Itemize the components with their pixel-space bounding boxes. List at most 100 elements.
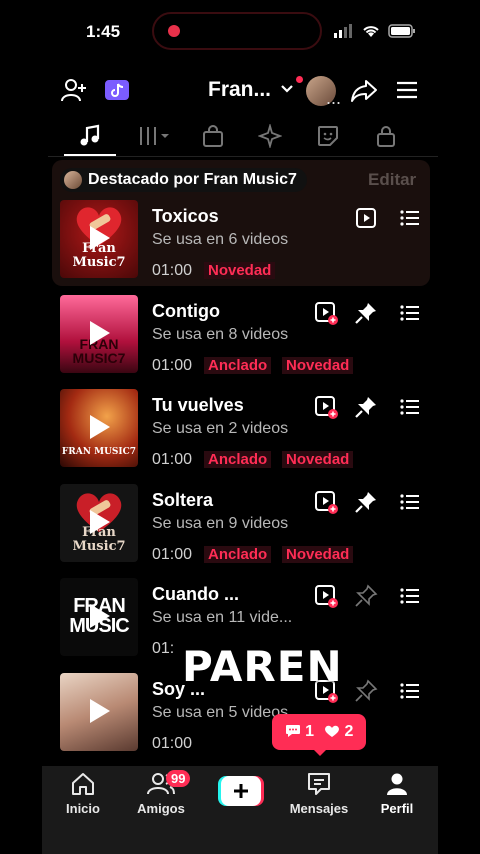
- grid-icon: [140, 127, 169, 145]
- create-icon: [218, 776, 264, 806]
- pin-button[interactable]: [352, 582, 380, 610]
- reorder-handle[interactable]: [396, 677, 424, 705]
- song-thumbnail[interactable]: Fran Music7: [60, 200, 138, 278]
- nav-home-label: Inicio: [66, 801, 100, 816]
- play-icon[interactable]: [90, 604, 110, 628]
- tab-videos[interactable]: [132, 118, 176, 154]
- use-sound-button[interactable]: [312, 393, 340, 421]
- tabs-divider: [48, 156, 438, 157]
- account-name[interactable]: Fran...: [208, 78, 271, 102]
- reorder-handle[interactable]: [396, 204, 424, 232]
- pin-outline-icon: [355, 679, 378, 702]
- lock-icon: [377, 126, 395, 147]
- song-usage: Se usa en 2 videos: [152, 420, 289, 437]
- tab-music[interactable]: [70, 118, 110, 154]
- song-thumbnail[interactable]: Fran Music7: [60, 484, 138, 562]
- reorder-handle[interactable]: [396, 488, 424, 516]
- home-icon: [72, 773, 94, 795]
- song-thumbnail[interactable]: [60, 673, 138, 751]
- menu-icon[interactable]: [396, 80, 418, 100]
- pinned-badge: Anclado: [204, 546, 272, 563]
- pin-outline-icon: [355, 584, 378, 607]
- share-icon[interactable]: [350, 78, 378, 104]
- pin-button[interactable]: [352, 393, 380, 421]
- song-duration: 01:00: [152, 735, 193, 752]
- new-badge: Novedad: [282, 451, 354, 468]
- recording-indicator: [168, 25, 180, 37]
- profile-tabs: [48, 118, 438, 158]
- video-add-icon: [315, 491, 338, 514]
- tiktok-studio-icon[interactable]: [104, 78, 130, 102]
- song-row[interactable]: FRAN MUSIC7 Contigo Se usa en 8 videos 0…: [60, 295, 436, 375]
- list-icon: [400, 683, 419, 699]
- use-sound-button[interactable]: [312, 299, 340, 327]
- profile-icon: [387, 773, 407, 795]
- like-count-value: 2: [344, 723, 354, 740]
- video-add-icon: [315, 302, 338, 325]
- overlay-caption: PAREN: [182, 642, 343, 691]
- nav-home[interactable]: Inicio: [48, 772, 118, 816]
- featured-label: Destacado por Fran Music7: [88, 171, 297, 188]
- song-row[interactable]: Fran Music7 Soltera Se usa en 9 videos 0…: [60, 484, 436, 564]
- song-title: Toxicos: [152, 206, 219, 226]
- list-icon: [400, 494, 419, 510]
- song-row[interactable]: FRAN MUSIC7 Tu vuelves Se usa en 2 video…: [60, 389, 436, 469]
- chip-avatar: [64, 171, 82, 189]
- thumbnail-text: FRAN MUSIC7: [61, 447, 137, 457]
- reorder-handle[interactable]: [396, 582, 424, 610]
- song-thumbnail[interactable]: FRAN MUSIC: [60, 578, 138, 656]
- play-icon[interactable]: [90, 699, 110, 723]
- nav-friends[interactable]: 99 Amigos: [126, 770, 196, 816]
- bubble-tail: [312, 748, 328, 756]
- song-usage: Se usa en 8 videos: [152, 326, 289, 343]
- friends-badge: 99: [166, 770, 191, 787]
- play-icon[interactable]: [90, 226, 110, 250]
- bottom-navigation: Inicio 99 Amigos Mensajes Perfil: [42, 766, 438, 854]
- status-time: 1:45: [86, 22, 121, 41]
- song-row[interactable]: Fran Music7 Toxicos Se usa en 6 videos 0…: [60, 200, 436, 280]
- song-usage: Se usa en 11 vide...: [152, 609, 293, 626]
- nav-inbox[interactable]: Mensajes: [284, 772, 354, 816]
- song-thumbnail[interactable]: FRAN MUSIC7: [60, 389, 138, 467]
- song-duration: 01:: [152, 640, 175, 657]
- nav-profile-label: Perfil: [380, 801, 414, 816]
- tab-stickers[interactable]: [308, 118, 348, 154]
- chevron-down-icon[interactable]: [280, 84, 294, 94]
- tab-active-indicator: [64, 154, 116, 156]
- tab-shop[interactable]: [193, 118, 233, 154]
- edit-button[interactable]: Editar: [368, 170, 416, 190]
- video-play-icon: [356, 208, 376, 228]
- use-sound-button[interactable]: [312, 488, 340, 516]
- list-icon: [400, 210, 419, 226]
- song-usage: Se usa en 9 videos: [152, 515, 289, 532]
- use-sound-button[interactable]: [312, 582, 340, 610]
- nav-profile[interactable]: Perfil: [362, 772, 432, 816]
- play-icon[interactable]: [90, 321, 110, 345]
- song-duration: 01:00: [152, 262, 193, 279]
- tab-effects[interactable]: [250, 118, 290, 154]
- create-button[interactable]: [218, 776, 264, 806]
- wifi-icon: [363, 26, 379, 37]
- tab-private[interactable]: [366, 118, 406, 154]
- battery-icon: [388, 24, 415, 38]
- add-friend-icon[interactable]: [60, 76, 88, 104]
- pin-button[interactable]: [352, 677, 380, 705]
- song-title: Soltera: [152, 490, 214, 510]
- pin-button[interactable]: [352, 488, 380, 516]
- song-duration: 01:00: [152, 546, 193, 563]
- play-icon[interactable]: [90, 415, 110, 439]
- song-title: Contigo: [152, 301, 220, 321]
- heart-icon: [325, 725, 339, 737]
- song-title: Cuando ...: [152, 584, 239, 604]
- song-duration: 01:00: [152, 357, 193, 374]
- nav-inbox-label: Mensajes: [289, 801, 349, 816]
- song-thumbnail[interactable]: FRAN MUSIC7: [60, 295, 138, 373]
- pinned-badge: Anclado: [204, 451, 272, 468]
- use-sound-button[interactable]: [352, 204, 380, 232]
- shopping-bag-icon: [203, 125, 223, 147]
- activity-bubble[interactable]: 1 2: [272, 714, 366, 750]
- play-icon[interactable]: [90, 510, 110, 534]
- reorder-handle[interactable]: [396, 299, 424, 327]
- pin-button[interactable]: [352, 299, 380, 327]
- reorder-handle[interactable]: [396, 393, 424, 421]
